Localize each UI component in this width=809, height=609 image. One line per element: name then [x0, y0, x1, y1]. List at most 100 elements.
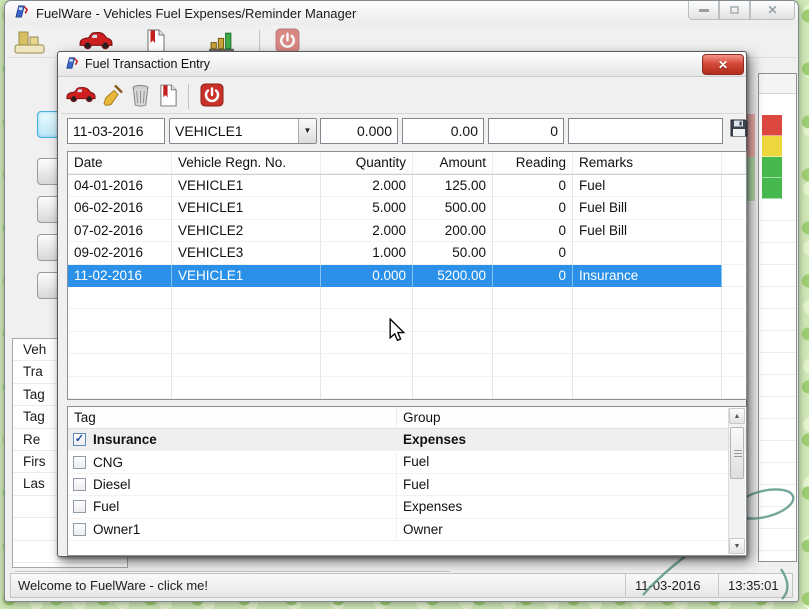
group-label: Fuel [396, 451, 746, 472]
empty-row [68, 332, 746, 354]
tag-row[interactable]: ✓ Fuel Expenses [68, 496, 746, 518]
remarks-field[interactable] [568, 118, 723, 144]
app-icon [14, 4, 29, 22]
table-row[interactable]: 04-01-2016 VEHICLE1 2.000 125.00 0 Fuel [68, 175, 746, 197]
cell-amount: 200.00 [413, 220, 493, 242]
tag-row[interactable]: ✓ Insurance Expenses [68, 429, 746, 451]
tag-label: Fuel [93, 499, 119, 514]
tag-checkbox[interactable]: ✓ [73, 523, 86, 536]
cell-reading: 0 [493, 265, 573, 287]
status-message[interactable]: Welcome to FuelWare - click me! [11, 578, 625, 593]
vehicle-combobox-value: VEHICLE1 [175, 119, 243, 143]
status-cell-green-2 [762, 178, 782, 199]
amount-field[interactable]: 0.00 [402, 118, 484, 144]
checkmark-icon: ✓ [75, 434, 84, 445]
scrollbar-thumb[interactable] [730, 427, 744, 479]
table-row[interactable]: 09-02-2016 VEHICLE3 1.000 50.00 0 [68, 242, 746, 264]
reading-field[interactable]: 0 [488, 118, 564, 144]
toolbar-separator [188, 84, 189, 109]
tag-label: Insurance [93, 432, 157, 447]
fuel-transaction-entry-dialog: Fuel Transaction Entry ✕ 11-03-2016 [57, 51, 747, 557]
column-header-remarks[interactable]: Remarks [573, 152, 722, 174]
table-row-selected[interactable]: 11-02-2016 VEHICLE1 0.000 5200.00 0 Insu… [68, 265, 746, 287]
cell-remarks: Fuel Bill [573, 197, 722, 219]
maximize-button[interactable] [719, 1, 750, 20]
cell-amount: 5200.00 [413, 265, 493, 287]
scroll-up-button[interactable]: ▲ [729, 408, 745, 424]
date-field[interactable]: 11-03-2016 [67, 118, 165, 144]
group-label: Expenses [396, 429, 746, 450]
cell-date: 04-01-2016 [68, 175, 172, 197]
empty-row [68, 309, 746, 331]
vehicle-tool-button[interactable] [66, 83, 96, 110]
main-window: FuelWare - Vehicles Fuel Expenses/Remind… [4, 0, 799, 602]
column-header-tag[interactable]: Tag [68, 410, 396, 425]
minimize-icon [699, 9, 709, 12]
column-header-date[interactable]: Date [68, 152, 172, 174]
dialog-titlebar[interactable]: Fuel Transaction Entry [58, 52, 746, 77]
report-tool-button[interactable] [159, 83, 178, 113]
dialog-close-button[interactable]: ✕ [702, 54, 744, 75]
cell-quantity: 5.000 [321, 197, 413, 219]
group-label: Fuel [396, 474, 746, 495]
tag-checkbox[interactable]: ✓ [73, 433, 86, 446]
cell-reading: 0 [493, 220, 573, 242]
empty-row [68, 354, 746, 376]
cell-vehicle: VEHICLE2 [172, 220, 321, 242]
chevron-down-icon: ▼ [304, 119, 312, 143]
column-header-vehicle[interactable]: Vehicle Regn. No. [172, 152, 321, 174]
cell-quantity: 0.000 [321, 265, 413, 287]
quantity-field[interactable]: 0.000 [320, 118, 398, 144]
column-header-group[interactable]: Group [396, 407, 746, 428]
cell-date: 09-02-2016 [68, 242, 172, 264]
tag-label: Diesel [93, 477, 131, 492]
status-cell-red [762, 115, 782, 136]
cell-amount: 125.00 [413, 175, 493, 197]
dialog-toolbar [61, 79, 743, 114]
screen: { "colors": { "selection": "#2b91e8", "c… [0, 0, 809, 609]
empty-row [68, 377, 746, 399]
minimize-button[interactable] [688, 1, 719, 20]
cell-remarks: Fuel Bill [573, 220, 722, 242]
main-titlebar[interactable]: FuelWare - Vehicles Fuel Expenses/Remind… [5, 1, 798, 25]
reminder-panel-header [759, 74, 796, 94]
cell-reading: 0 [493, 242, 573, 264]
cell-date: 11-02-2016 [68, 265, 172, 287]
group-label: Expenses [396, 496, 746, 517]
scroll-down-button[interactable]: ▼ [729, 538, 745, 554]
tag-row[interactable]: ✓ Owner1 Owner [68, 519, 746, 541]
vehicle-combobox[interactable]: VEHICLE1 ▼ [169, 118, 317, 144]
tags-scrollbar[interactable]: ▲ ▼ [728, 408, 745, 554]
tags-header: Tag Group [68, 407, 746, 429]
combo-dropdown-button[interactable]: ▼ [298, 119, 316, 143]
close-button[interactable]: ✕ [750, 1, 795, 20]
column-header-quantity[interactable]: Quantity [321, 152, 413, 174]
cell-reading: 0 [493, 175, 573, 197]
cell-remarks [573, 242, 722, 264]
main-window-title: FuelWare - Vehicles Fuel Expenses/Remind… [36, 6, 356, 21]
thumb-grip [734, 450, 742, 457]
cell-quantity: 1.000 [321, 242, 413, 264]
group-label: Owner [396, 519, 746, 540]
fuel-pump-toolbar-button[interactable] [13, 28, 47, 60]
cell-reading: 0 [493, 197, 573, 219]
dialog-icon [65, 56, 79, 73]
tag-row[interactable]: ✓ CNG Fuel [68, 451, 746, 473]
cell-quantity: 2.000 [321, 175, 413, 197]
column-header-reading[interactable]: Reading [493, 152, 573, 174]
delete-trash-button[interactable] [131, 83, 150, 113]
column-header-amount[interactable]: Amount [413, 152, 493, 174]
exit-tool-button[interactable] [200, 83, 224, 112]
tag-row[interactable]: ✓ Diesel Fuel [68, 474, 746, 496]
save-button[interactable] [726, 118, 751, 143]
table-row[interactable]: 07-02-2016 VEHICLE2 2.000 200.00 0 Fuel … [68, 220, 746, 242]
empty-row [68, 287, 746, 309]
cell-date: 07-02-2016 [68, 220, 172, 242]
maximize-icon [730, 6, 739, 14]
tag-checkbox[interactable]: ✓ [73, 456, 86, 469]
tag-checkbox[interactable]: ✓ [73, 500, 86, 513]
clear-broom-button[interactable] [101, 83, 125, 113]
cell-amount: 500.00 [413, 197, 493, 219]
table-row[interactable]: 06-02-2016 VEHICLE1 5.000 500.00 0 Fuel … [68, 197, 746, 219]
tag-checkbox[interactable]: ✓ [73, 478, 86, 491]
